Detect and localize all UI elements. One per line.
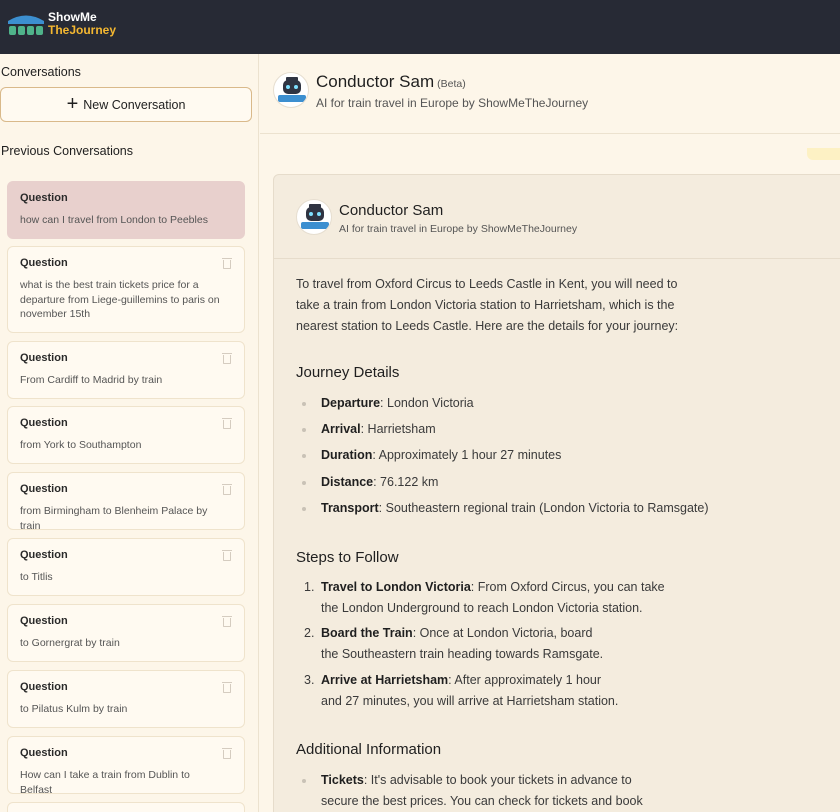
trash-icon[interactable] bbox=[222, 550, 232, 561]
conversation-item[interactable]: Question How can I take a train from Dub… bbox=[7, 736, 245, 796]
step-number: 3. bbox=[304, 673, 315, 687]
trash-icon[interactable] bbox=[222, 682, 232, 693]
message-sender-subtitle: AI for train travel in Europe by ShowMeT… bbox=[339, 223, 578, 235]
intro-line: To travel from Oxford Circus to Leeds Ca… bbox=[296, 277, 678, 291]
conductor-avatar bbox=[273, 72, 309, 108]
top-bar: ShowMe TheJourney bbox=[0, 0, 840, 54]
chat-header: Conductor Sam (Beta) AI for train travel … bbox=[260, 54, 840, 134]
conversation-text: how can I travel from London to Peebles bbox=[20, 214, 208, 226]
conversation-title: Question bbox=[20, 747, 68, 759]
conversation-text: From Cardiff to Madrid by train bbox=[20, 374, 163, 386]
conversation-text: to Gornergrat by train bbox=[20, 637, 120, 649]
sidebar: Conversations + New Conversation Previou… bbox=[0, 54, 259, 812]
journey-details-heading: Journey Details bbox=[296, 364, 400, 381]
conversation-title: Question bbox=[20, 417, 68, 429]
assistant-name: Conductor Sam bbox=[316, 72, 435, 91]
conversation-text: from York to Southampton bbox=[20, 439, 142, 451]
message-sender: Conductor Sam bbox=[339, 202, 444, 219]
steps-heading: Steps to Follow bbox=[296, 549, 399, 566]
conversation-title: Question bbox=[20, 192, 68, 204]
bullet-icon bbox=[302, 779, 306, 783]
conversation-title: Question bbox=[20, 549, 68, 561]
conversation-title: Question bbox=[20, 615, 68, 627]
previous-conversations-heading: Previous Conversations bbox=[1, 144, 134, 158]
conversation-title: Question bbox=[20, 681, 68, 693]
message-header: Conductor Sam AI for train travel in Eur… bbox=[274, 175, 840, 259]
trash-icon[interactable] bbox=[222, 616, 232, 627]
conversation-item[interactable]: Question to Pilatus Kulm by train bbox=[7, 670, 245, 728]
additional-info-item-continued: secure the best prices. You can check fo… bbox=[321, 794, 643, 808]
header-subtitle: AI for train travel in Europe by ShowMeT… bbox=[316, 96, 589, 110]
conversation-item[interactable]: Question From Cardiff to Madrid by train bbox=[7, 341, 245, 399]
bullet-icon bbox=[302, 507, 306, 511]
conversation-text: How can I take a train from Dublin to Be… bbox=[20, 769, 190, 796]
brand-logo[interactable]: ShowMe TheJourney bbox=[6, 7, 126, 41]
brand-line-2: TheJourney bbox=[48, 23, 117, 37]
robot-conductor-icon bbox=[278, 77, 306, 102]
journey-detail-item: Transport: Southeastern regional train (… bbox=[321, 501, 709, 515]
conversation-item[interactable] bbox=[7, 802, 245, 812]
scroll-tab[interactable] bbox=[807, 148, 840, 160]
step-item: Travel to London Victoria: From Oxford C… bbox=[321, 580, 665, 594]
step-item-continued: and 27 minutes, you will arrive at Harri… bbox=[321, 694, 619, 708]
step-number: 1. bbox=[304, 580, 315, 594]
bullet-icon bbox=[302, 481, 306, 485]
train-logo-icon bbox=[8, 15, 44, 35]
conversation-item[interactable]: Question to Gornergrat by train bbox=[7, 604, 245, 662]
assistant-message: Conductor Sam AI for train travel in Eur… bbox=[273, 174, 840, 812]
conversation-item[interactable]: Question how can I travel from London to… bbox=[7, 181, 245, 239]
intro-line: nearest station to Leeds Castle. Here ar… bbox=[296, 319, 679, 333]
conversation-item[interactable]: Question from York to Southampton bbox=[7, 406, 245, 464]
trash-icon[interactable] bbox=[222, 353, 232, 364]
conversation-item[interactable]: Question what is the best train tickets … bbox=[7, 246, 245, 333]
trash-icon[interactable] bbox=[222, 258, 232, 269]
bullet-icon bbox=[302, 402, 306, 406]
step-item: Board the Train: Once at London Victoria… bbox=[321, 626, 593, 640]
bullet-icon bbox=[302, 428, 306, 432]
intro-line: take a train from London Victoria statio… bbox=[296, 298, 675, 312]
step-item-continued: the London Underground to reach London V… bbox=[321, 601, 643, 615]
additional-information-heading: Additional Information bbox=[296, 741, 442, 758]
robot-conductor-icon bbox=[301, 204, 329, 229]
journey-detail-item: Arrival: Harrietsham bbox=[321, 422, 436, 436]
trash-icon[interactable] bbox=[222, 748, 232, 759]
new-conversation-button[interactable]: + New Conversation bbox=[0, 87, 252, 122]
new-conversation-label: New Conversation bbox=[83, 97, 186, 112]
bullet-icon bbox=[302, 454, 306, 458]
conversation-text: to Titlis bbox=[20, 571, 53, 583]
step-item-continued: the Southeastern train heading towards R… bbox=[321, 647, 604, 661]
step-item: Arrive at Harrietsham: After approximate… bbox=[321, 673, 602, 687]
journey-detail-item: Duration: Approximately 1 hour 27 minute… bbox=[321, 448, 562, 462]
conversation-text: to Pilatus Kulm by train bbox=[20, 703, 128, 715]
additional-info-item: Tickets: It's advisable to book your tic… bbox=[321, 773, 632, 787]
conversation-title: Question bbox=[20, 257, 68, 269]
trash-icon[interactable] bbox=[222, 418, 232, 429]
header-title: Conductor Sam (Beta) bbox=[316, 72, 466, 92]
conversation-title: Question bbox=[20, 352, 68, 364]
conversations-heading: Conversations bbox=[1, 65, 81, 79]
journey-detail-item: Distance: 76.122 km bbox=[321, 475, 439, 489]
conversation-text: from Birmingham to Blenheim Palace by tr… bbox=[20, 505, 208, 532]
journey-detail-item: Departure: London Victoria bbox=[321, 396, 474, 410]
conversation-title: Question bbox=[20, 483, 68, 495]
message-avatar bbox=[296, 199, 332, 235]
conversation-text: what is the best train tickets price for… bbox=[20, 279, 220, 320]
plus-icon: + bbox=[66, 92, 79, 115]
trash-icon[interactable] bbox=[222, 484, 232, 495]
conversation-item[interactable]: Question to Titlis bbox=[7, 538, 245, 596]
beta-badge: (Beta) bbox=[437, 78, 466, 90]
step-number: 2. bbox=[304, 626, 315, 640]
conversation-item[interactable]: Question from Birmingham to Blenheim Pal… bbox=[7, 472, 245, 532]
